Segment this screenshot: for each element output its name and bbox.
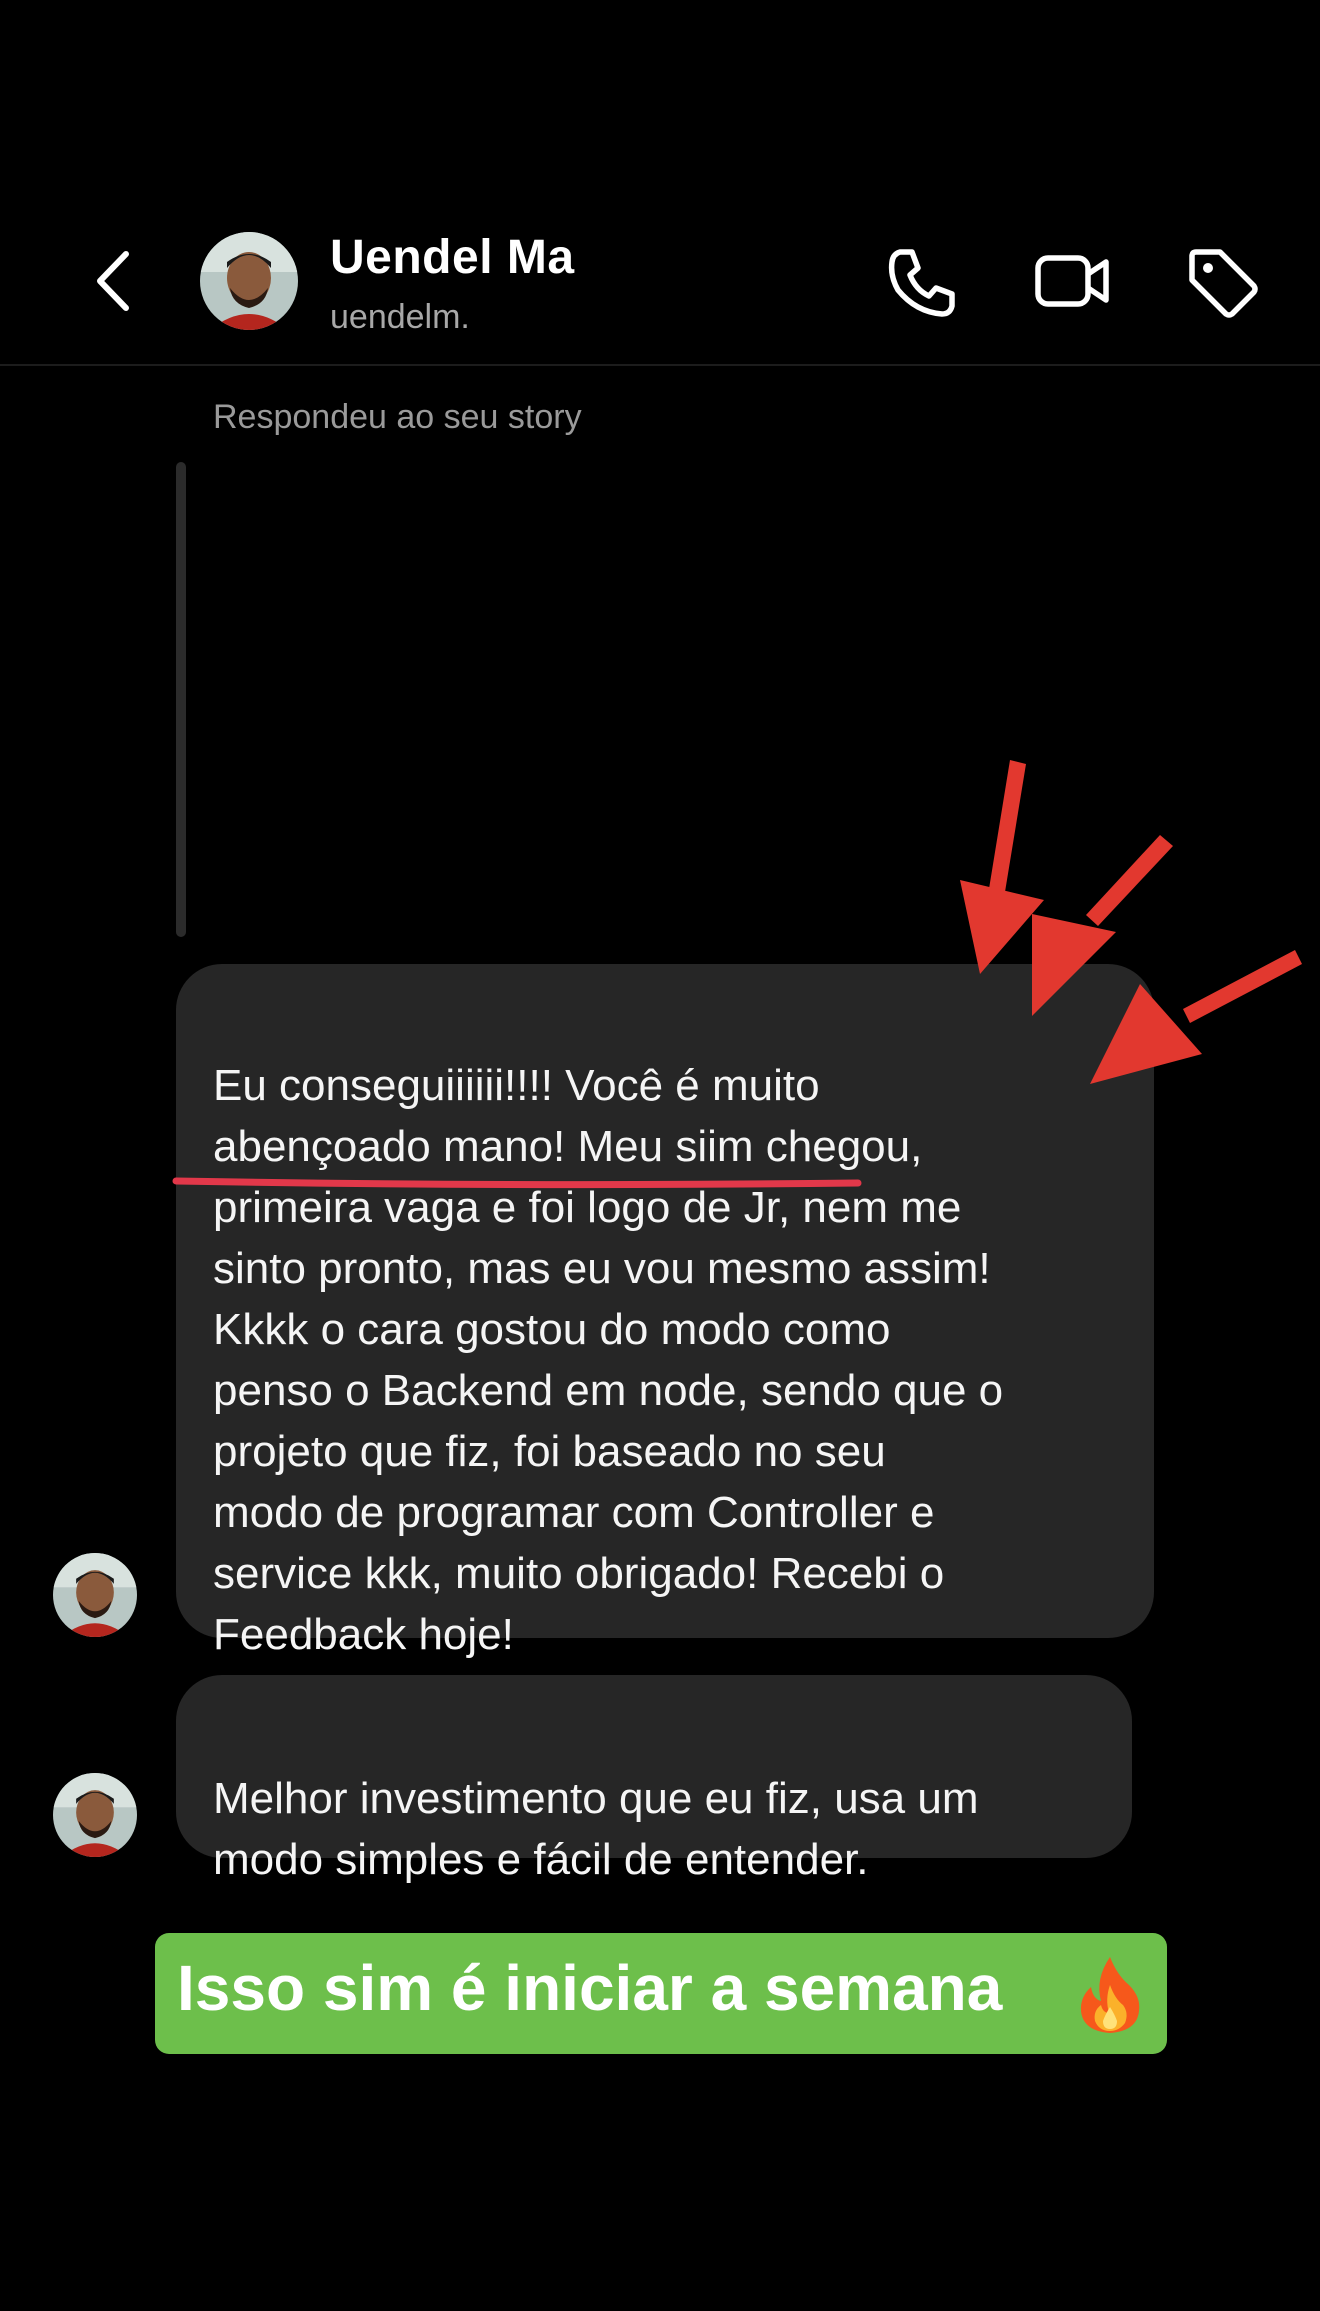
header-divider <box>0 364 1320 366</box>
red-arrow-icon <box>1032 835 1173 1016</box>
story-reply-label: Respondeu ao seu story <box>213 398 582 436</box>
phone-icon <box>888 249 955 317</box>
contact-username: uendelm. <box>330 298 470 336</box>
back-button[interactable] <box>90 246 140 316</box>
red-arrows-annotation <box>960 760 1302 1084</box>
message-bubble[interactable]: Melhor investimento que eu fiz, usa um m… <box>176 1675 1132 1884</box>
video-camera-icon <box>1035 255 1109 307</box>
message-text: Melhor investimento que eu fiz, usa um m… <box>213 1774 979 1884</box>
sender-avatar[interactable] <box>53 1773 137 1857</box>
tag-icon <box>1189 249 1258 318</box>
tag-button[interactable] <box>1182 242 1262 322</box>
contact-name[interactable]: Uendel Ma <box>330 230 575 285</box>
chat-header: Uendel Ma uendelm. <box>0 0 1320 366</box>
voice-call-button[interactable] <box>882 242 962 322</box>
sender-avatar[interactable] <box>53 1553 137 1637</box>
red-underline-annotation <box>172 1177 862 1189</box>
story-reply-indicator <box>176 462 186 937</box>
caption-text: Isso sim é iniciar a semana <box>177 1952 1003 2024</box>
red-arrow-icon <box>960 760 1044 974</box>
fire-icon <box>1080 1957 1140 2033</box>
video-call-button[interactable] <box>1032 242 1112 322</box>
chevron-left-icon <box>97 251 129 311</box>
contact-avatar[interactable] <box>200 232 298 330</box>
red-arrow-icon <box>1090 950 1302 1084</box>
caption-banner: Isso sim é iniciar a semana <box>155 1933 1167 2054</box>
message-text: Eu conseguiiiiii!!!! Você é muito abenço… <box>213 1061 1004 1659</box>
